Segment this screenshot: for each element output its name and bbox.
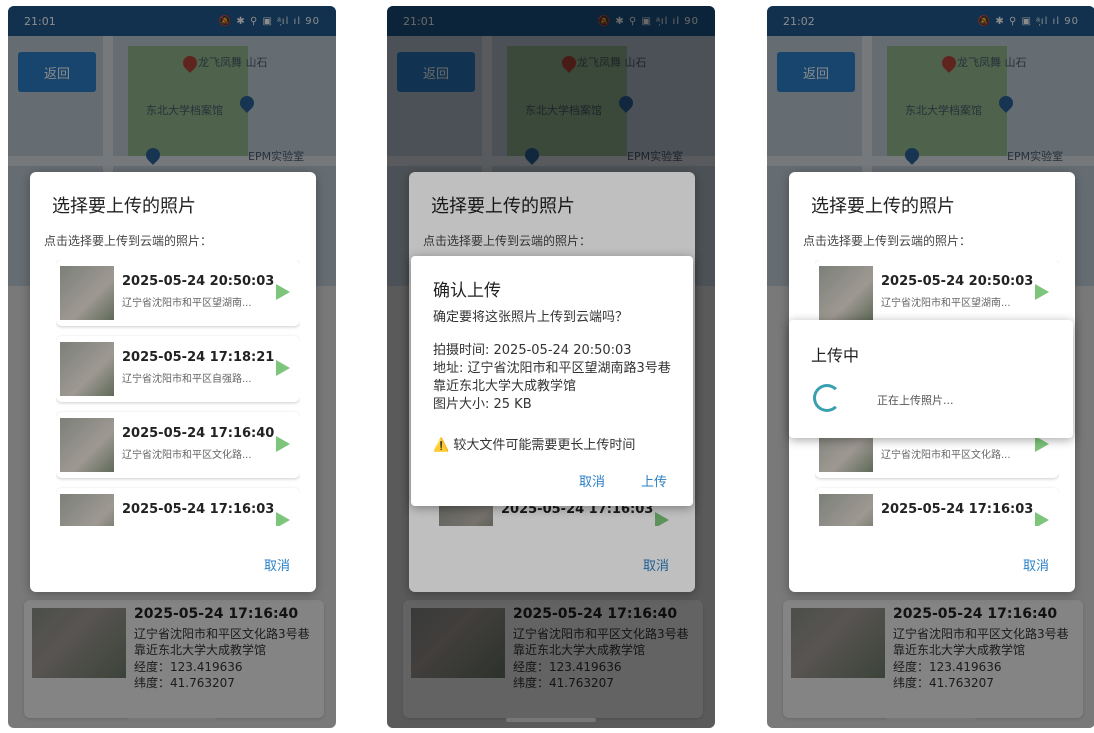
dialog-title: 选择要上传的照片 bbox=[52, 196, 196, 217]
size-warning: ⚠️ 较大文件可能需要更长上传时间 bbox=[433, 438, 636, 453]
photo-time: 2025-05-24 20:50:03 bbox=[122, 274, 275, 289]
photo-info: 拍摄时间: 2025-05-24 20:50:03 地址: 辽宁省沈阳市和平区望… bbox=[433, 342, 681, 414]
dialog-title: 选择要上传的照片 bbox=[811, 196, 955, 217]
photo-select-list[interactable]: 2025-05-24 20:50:03 辽宁省沈阳市和平区望湖南... 2025… bbox=[56, 260, 300, 526]
play-arrow-icon[interactable] bbox=[276, 360, 290, 376]
photo-time: 2025-05-24 17:16:03 bbox=[122, 502, 275, 517]
shot-time: 拍摄时间: 2025-05-24 20:50:03 bbox=[433, 343, 632, 358]
play-arrow-icon[interactable] bbox=[1035, 284, 1049, 300]
confirm-upload-dialog: 确认上传 确定要将这张照片上传到云端吗？ 拍摄时间: 2025-05-24 20… bbox=[411, 256, 693, 506]
dialog-title: 上传中 bbox=[811, 346, 860, 365]
photo-time: 2025-05-24 17:16:03 bbox=[881, 502, 1034, 517]
home-indicator[interactable] bbox=[127, 718, 217, 722]
photo-time: 2025-05-24 17:16:40 bbox=[122, 426, 275, 441]
photo-address: 辽宁省沈阳市和平区望湖南... bbox=[122, 298, 252, 309]
photo-select-item[interactable]: 2025-05-24 17:16:03 bbox=[815, 488, 1059, 526]
select-photo-dialog: 选择要上传的照片 点击选择要上传到云端的照片： 2025-05-24 20:50… bbox=[30, 172, 316, 592]
play-arrow-icon[interactable] bbox=[276, 436, 290, 452]
photo-time: 2025-05-24 20:50:03 bbox=[881, 274, 1034, 289]
photo-select-item[interactable]: 2025-05-24 20:50:03 辽宁省沈阳市和平区望湖南... bbox=[56, 260, 300, 326]
cancel-button[interactable]: 取消 bbox=[1023, 555, 1049, 574]
photo-select-item[interactable]: 2025-05-24 17:18:21 辽宁省沈阳市和平区自强路... bbox=[56, 336, 300, 402]
confirm-question: 确定要将这张照片上传到云端吗？ bbox=[433, 310, 629, 325]
photo-select-item[interactable]: 2025-05-24 17:16:03 bbox=[56, 488, 300, 526]
image-size: 图片大小: 25 KB bbox=[433, 397, 532, 412]
photo-thumbnail bbox=[60, 266, 114, 320]
phone-screen-1: 21:01 🔕 ✱ ⚲ ▣ ᵃ᷊ıl ıl 90 龙飞凤舞 山石 东北大学档案馆… bbox=[8, 6, 336, 728]
photo-address: 辽宁省沈阳市和平区自强路... bbox=[122, 374, 252, 385]
play-arrow-icon[interactable] bbox=[1035, 512, 1049, 526]
dialog-title: 确认上传 bbox=[433, 281, 501, 301]
cancel-button[interactable]: 取消 bbox=[264, 555, 290, 574]
photo-address: 辽宁省沈阳市和平区望湖南... bbox=[881, 298, 1011, 309]
photo-thumbnail bbox=[60, 418, 114, 472]
photo-thumbnail bbox=[60, 494, 114, 526]
uploading-dialog: 上传中 正在上传照片... bbox=[789, 320, 1073, 438]
play-arrow-icon[interactable] bbox=[276, 284, 290, 300]
loading-spinner-icon bbox=[813, 384, 841, 412]
upload-status-text: 正在上传照片... bbox=[877, 394, 954, 407]
home-indicator[interactable] bbox=[886, 718, 976, 722]
upload-button[interactable]: 上传 bbox=[641, 471, 667, 490]
cancel-button[interactable]: 取消 bbox=[579, 471, 605, 490]
photo-time: 2025-05-24 17:18:21 bbox=[122, 350, 275, 365]
photo-select-item[interactable]: 2025-05-24 17:16:40 辽宁省沈阳市和平区文化路... bbox=[56, 412, 300, 478]
phone-screen-3: 21:02 🔕 ✱ ⚲ ▣ ᵃ᷊ıl ıl 90 龙飞凤舞 山石 东北大学档案馆… bbox=[767, 6, 1094, 728]
photo-thumbnail bbox=[819, 494, 873, 526]
photo-select-item[interactable]: 2025-05-24 20:50:03 辽宁省沈阳市和平区望湖南... bbox=[815, 260, 1059, 326]
photo-address: 辽宁省沈阳市和平区文化路... bbox=[122, 450, 252, 461]
home-indicator[interactable] bbox=[506, 718, 596, 722]
dialog-subtitle: 点击选择要上传到云端的照片： bbox=[44, 234, 213, 248]
play-arrow-icon[interactable] bbox=[1035, 436, 1049, 452]
phone-screen-2: 21:01 🔕 ✱ ⚲ ▣ ᵃ᷊ıl ıl 90 龙飞凤舞 山石 东北大学档案馆… bbox=[387, 6, 715, 728]
photo-thumbnail bbox=[60, 342, 114, 396]
photo-thumbnail bbox=[819, 266, 873, 320]
play-arrow-icon[interactable] bbox=[276, 512, 290, 526]
dialog-subtitle: 点击选择要上传到云端的照片： bbox=[803, 234, 972, 248]
photo-address: 辽宁省沈阳市和平区文化路... bbox=[881, 450, 1011, 461]
photo-address: 地址: 辽宁省沈阳市和平区望湖南路3号巷靠近东北大学大成教学馆 bbox=[433, 361, 671, 394]
